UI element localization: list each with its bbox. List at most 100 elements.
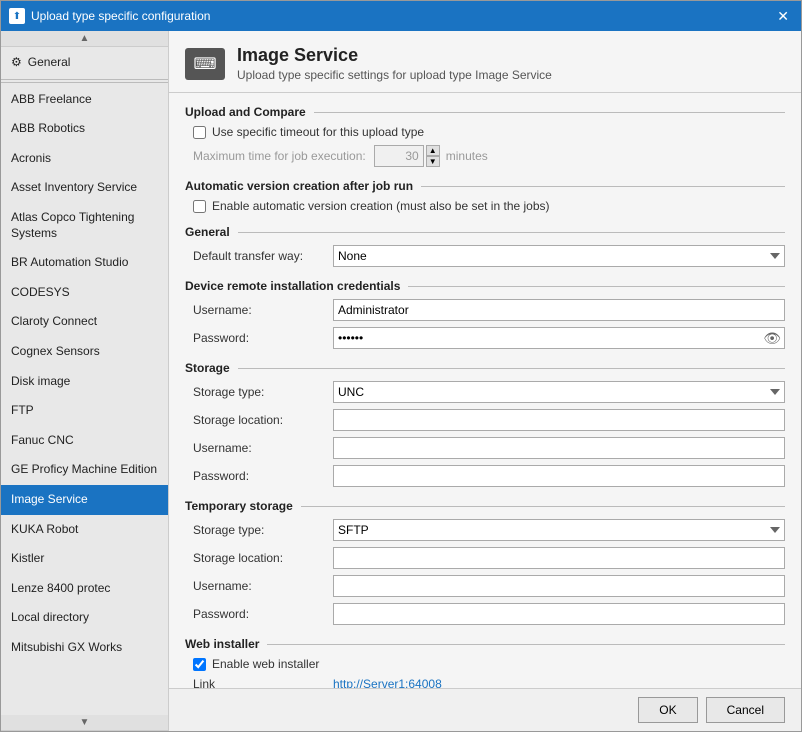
- panel-content: Upload and Compare Use specific timeout …: [169, 93, 801, 688]
- sidebar-item-claroty[interactable]: Claroty Connect: [1, 307, 168, 337]
- device-credentials-title: Device remote installation credentials: [185, 279, 785, 293]
- credentials-username-row: Username:: [185, 299, 785, 321]
- content-area: ▲ ⚙ General ABB Freelance ABB Robotics A…: [1, 31, 801, 731]
- web-installer-title: Web installer: [185, 637, 785, 651]
- storage-password-input[interactable]: [333, 465, 785, 487]
- sidebar-item-atlas-copco[interactable]: Atlas Copco Tightening Systems: [1, 203, 168, 248]
- use-specific-timeout-label: Use specific timeout for this upload typ…: [212, 125, 424, 139]
- temp-storage-username-label: Username:: [193, 579, 333, 593]
- web-installer-section: Web installer Enable web installer Link …: [185, 637, 785, 688]
- upload-compare-title: Upload and Compare: [185, 105, 785, 119]
- temp-storage-type-select[interactable]: None FTP SFTP UNC: [333, 519, 785, 541]
- sidebar-item-abb-robotics[interactable]: ABB Robotics: [1, 114, 168, 144]
- scroll-down-arrow: ▼: [80, 717, 90, 728]
- cancel-button[interactable]: Cancel: [706, 697, 785, 723]
- credentials-username-input[interactable]: [333, 299, 785, 321]
- spinner-buttons: ▲ ▼: [426, 145, 440, 167]
- sidebar-item-image-service[interactable]: Image Service: [1, 485, 168, 515]
- credentials-username-label: Username:: [193, 303, 333, 317]
- scroll-up-arrow: ▲: [80, 33, 90, 44]
- sidebar-item-kistler[interactable]: Kistler: [1, 544, 168, 574]
- ok-button[interactable]: OK: [638, 697, 697, 723]
- spinner-up-button[interactable]: ▲: [426, 145, 440, 156]
- temp-storage-password-input[interactable]: [333, 603, 785, 625]
- use-specific-timeout-checkbox[interactable]: [193, 126, 206, 139]
- storage-username-input[interactable]: [333, 437, 785, 459]
- general-section: General Default transfer way: None FTP S…: [185, 225, 785, 267]
- credentials-password-row: Password: 👁: [185, 327, 785, 349]
- sidebar-item-ftp[interactable]: FTP: [1, 396, 168, 426]
- timeout-row: Maximum time for job execution: ▲ ▼ minu…: [185, 145, 785, 167]
- sidebar: ▲ ⚙ General ABB Freelance ABB Robotics A…: [1, 31, 169, 731]
- minutes-label: minutes: [446, 149, 488, 163]
- sidebar-item-general-label: General: [28, 55, 71, 71]
- temp-storage-password-row: Password:: [185, 603, 785, 625]
- panel-header: ⌨ Image Service Upload type specific set…: [169, 31, 801, 93]
- temp-storage-location-row: Storage location:: [185, 547, 785, 569]
- use-specific-timeout-row: Use specific timeout for this upload typ…: [185, 125, 785, 139]
- sidebar-item-codesys[interactable]: CODESYS: [1, 278, 168, 308]
- temp-storage-type-row: Storage type: None FTP SFTP UNC: [185, 519, 785, 541]
- device-credentials-section: Device remote installation credentials U…: [185, 279, 785, 349]
- enable-web-installer-row: Enable web installer: [185, 657, 785, 671]
- sidebar-item-local-directory[interactable]: Local directory: [1, 603, 168, 633]
- storage-type-row: Storage type: None FTP SFTP UNC: [185, 381, 785, 403]
- footer: OK Cancel: [169, 688, 801, 731]
- auto-version-section: Automatic version creation after job run…: [185, 179, 785, 213]
- credentials-password-wrapper: 👁: [333, 327, 785, 349]
- temp-storage-username-input[interactable]: [333, 575, 785, 597]
- storage-location-input[interactable]: [333, 409, 785, 431]
- panel-title: Image Service: [237, 45, 552, 66]
- sidebar-item-disk-image[interactable]: Disk image: [1, 367, 168, 397]
- title-bar: ⬆ Upload type specific configuration ✕: [1, 1, 801, 31]
- sidebar-item-general[interactable]: ⚙ General: [1, 47, 168, 80]
- storage-password-row: Password:: [185, 465, 785, 487]
- close-button[interactable]: ✕: [773, 8, 793, 25]
- main-window: ⬆ Upload type specific configuration ✕ ▲…: [0, 0, 802, 732]
- scroll-up-indicator[interactable]: ▲: [1, 31, 168, 47]
- sidebar-item-mitsubishi[interactable]: Mitsubishi GX Works: [1, 633, 168, 663]
- enable-auto-version-checkbox[interactable]: [193, 200, 206, 213]
- storage-type-select[interactable]: None FTP SFTP UNC: [333, 381, 785, 403]
- window-icon: ⬆: [9, 8, 25, 24]
- temp-storage-location-input[interactable]: [333, 547, 785, 569]
- main-panel: ⌨ Image Service Upload type specific set…: [169, 31, 801, 731]
- default-transfer-way-select[interactable]: None FTP SFTP UNC: [333, 245, 785, 267]
- enable-web-installer-checkbox[interactable]: [193, 658, 206, 671]
- sidebar-item-lenze[interactable]: Lenze 8400 protec: [1, 574, 168, 604]
- spinner-down-button[interactable]: ▼: [426, 156, 440, 167]
- temp-storage-section: Temporary storage Storage type: None FTP…: [185, 499, 785, 625]
- storage-title: Storage: [185, 361, 785, 375]
- gear-icon: ⚙: [11, 55, 22, 71]
- timeout-input[interactable]: [374, 145, 424, 167]
- storage-username-label: Username:: [193, 441, 333, 455]
- credentials-password-input[interactable]: [333, 327, 785, 349]
- sidebar-divider: [1, 82, 168, 83]
- web-installer-link[interactable]: http://Server1:64008: [333, 677, 442, 688]
- sidebar-item-asset-inventory[interactable]: Asset Inventory Service: [1, 173, 168, 203]
- default-transfer-way-row: Default transfer way: None FTP SFTP UNC: [185, 245, 785, 267]
- storage-section: Storage Storage type: None FTP SFTP UNC …: [185, 361, 785, 487]
- enable-web-installer-label: Enable web installer: [212, 657, 319, 671]
- sidebar-item-acronis[interactable]: Acronis: [1, 144, 168, 174]
- show-password-icon[interactable]: 👁: [763, 330, 781, 347]
- credentials-password-label: Password:: [193, 331, 333, 345]
- enable-auto-version-label: Enable automatic version creation (must …: [212, 199, 550, 213]
- sidebar-item-kuka-robot[interactable]: KUKA Robot: [1, 515, 168, 545]
- sidebar-item-fanuc-cnc[interactable]: Fanuc CNC: [1, 426, 168, 456]
- storage-location-label: Storage location:: [193, 413, 333, 427]
- storage-password-label: Password:: [193, 469, 333, 483]
- max-time-label: Maximum time for job execution:: [193, 149, 366, 163]
- scroll-down-indicator[interactable]: ▼: [1, 715, 168, 731]
- sidebar-item-abb-freelance[interactable]: ABB Freelance: [1, 85, 168, 115]
- panel-icon: ⌨: [185, 48, 225, 80]
- sidebar-item-cognex[interactable]: Cognex Sensors: [1, 337, 168, 367]
- sidebar-item-br-automation[interactable]: BR Automation Studio: [1, 248, 168, 278]
- default-transfer-way-label: Default transfer way:: [193, 249, 333, 263]
- temp-storage-title: Temporary storage: [185, 499, 785, 513]
- temp-storage-username-row: Username:: [185, 575, 785, 597]
- title-bar-text: Upload type specific configuration: [31, 9, 773, 23]
- general-section-title: General: [185, 225, 785, 239]
- sidebar-item-ge-proficy[interactable]: GE Proficy Machine Edition: [1, 455, 168, 485]
- storage-type-label: Storage type:: [193, 385, 333, 399]
